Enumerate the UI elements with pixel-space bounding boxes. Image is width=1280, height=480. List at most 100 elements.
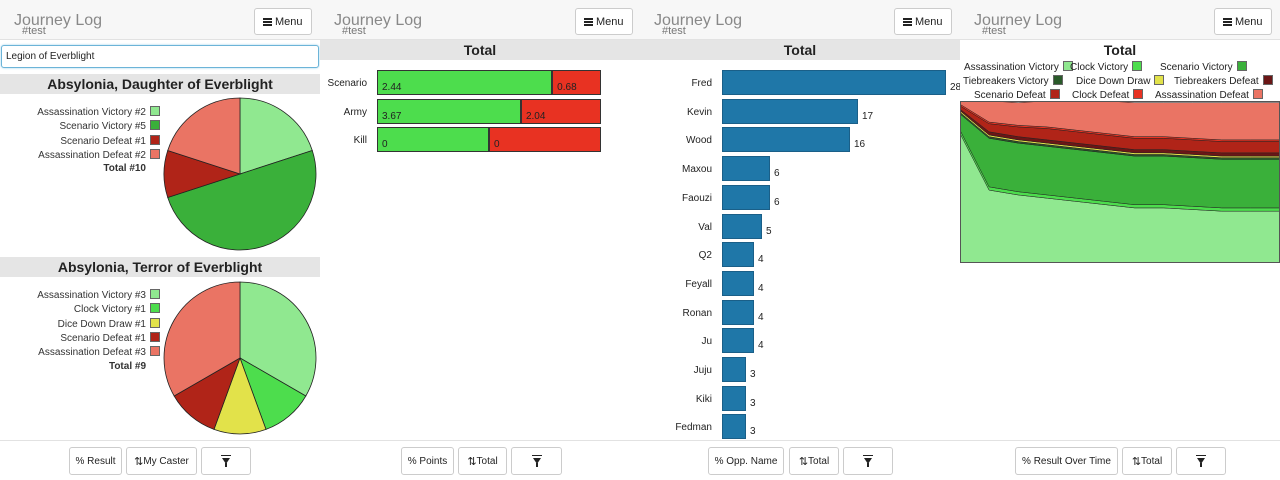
menu-label: Menu (915, 15, 943, 28)
menu-icon (903, 17, 912, 26)
area-chart (960, 101, 1280, 263)
points-mode-button[interactable]: % Points (401, 447, 454, 475)
legend-label: Tiebreakers Victory (963, 76, 1049, 87)
result-mode-button[interactable]: % Result (69, 447, 122, 475)
bar-value-label: 6 (774, 168, 780, 180)
menu-button[interactable]: Menu (1214, 8, 1272, 35)
sort-total-button[interactable]: ⇅ Total (458, 447, 507, 475)
menu-label: Menu (596, 15, 624, 28)
legend-label: Assassination Victory (964, 62, 1059, 73)
button-label: Total (1141, 455, 1163, 467)
bar-category-label: Fedman (675, 422, 712, 434)
bar-category-label: Kevin (686, 106, 712, 118)
bar-value-label: 28 (950, 82, 960, 93)
legend-label: Assassination Defeat (1155, 90, 1249, 101)
button-label: % Points (407, 455, 448, 467)
sort-caster-button[interactable]: ⇅ My Caster (126, 447, 197, 475)
bar-category-label: Kiki (695, 393, 712, 405)
bar (722, 385, 746, 411)
app-tag: #test (342, 25, 366, 37)
legend-label: Tiebreakers Defeat (1174, 76, 1259, 87)
legend-label: Scenario Victory (1160, 62, 1233, 73)
legend-item: Assassination Defeat #3 (38, 346, 160, 359)
bar (722, 357, 746, 382)
bar-value-label: 4 (758, 340, 764, 352)
legend-swatch (1052, 75, 1063, 85)
legend-item: Tiebreakers Defeat (1174, 75, 1273, 88)
button-label: % Result (75, 455, 116, 467)
bar (722, 328, 754, 354)
panel-points: Journey Log #test Menu Total Scenario 2.4… (320, 0, 640, 440)
bar (722, 299, 754, 325)
button-label: My Caster (143, 455, 189, 467)
panel-header: Journey Log #test Menu (320, 0, 640, 40)
filter-button[interactable] (201, 447, 251, 475)
legend-label: Dice Down Draw #1 (57, 318, 146, 330)
legend-item: Assassination Victory #3 (37, 289, 160, 302)
pie-chart (163, 97, 317, 435)
bar-category-label: Army (343, 106, 367, 118)
legend-swatch (150, 331, 160, 342)
sort-total-button[interactable]: ⇅ Total (789, 447, 839, 475)
legend-label: Dice Down Draw (1076, 76, 1151, 87)
panel-header: Journey Log #test Menu (640, 0, 960, 40)
filter-button[interactable] (1176, 447, 1226, 475)
menu-button[interactable]: Menu (894, 8, 952, 35)
sort-total-button[interactable]: ⇅ Total (1122, 447, 1172, 475)
bar-value-label: 3 (750, 397, 756, 409)
legend-label: Scenario Defeat #1 (60, 332, 146, 344)
bar (722, 184, 770, 210)
legend-item: Assassination Victory (964, 61, 1073, 74)
sort-icon: ⇅ (1131, 455, 1141, 468)
bar (722, 213, 762, 239)
button-label: % Opp. Name (714, 455, 778, 467)
legend-label: Clock Defeat (1072, 90, 1130, 101)
legend-item: Dice Down Draw #1 (57, 317, 160, 331)
bar-category-label: Scenario (327, 78, 367, 89)
legend-swatch (150, 303, 160, 314)
bar-category-label: Wood (686, 135, 712, 147)
chart-title: Total (640, 40, 960, 60)
button-label: % Result Over Time (1022, 455, 1111, 467)
bar-value-label: 2.04 (525, 110, 546, 122)
sort-icon: ⇅ (134, 455, 143, 468)
bar-category-label: Ju (701, 336, 712, 348)
filter-button[interactable] (511, 447, 562, 475)
legend-swatch (1132, 61, 1143, 71)
legend-swatch (1252, 89, 1263, 99)
legend-label: Assassination Defeat #3 (38, 347, 146, 359)
legend-label: Clock Victory #1 (73, 304, 146, 316)
bar-category-label: Q2 (698, 250, 712, 262)
bar-value-label: 4 (758, 254, 764, 266)
bar-value-label: 16 (854, 139, 866, 151)
bar-value-label: 5 (766, 225, 772, 237)
bar-category-label: Maxou (681, 164, 712, 176)
legend-item: Scenario Victory (1160, 61, 1247, 74)
bar-segment-win (377, 127, 489, 152)
opp-name-mode-button[interactable]: % Opp. Name (708, 447, 784, 475)
panel-opponents: Journey Log #test Menu Total Fred 28 Kevin… (640, 0, 960, 440)
legend-swatch (1262, 75, 1273, 85)
bar-value-label: 3.67 (382, 110, 402, 122)
filter-button[interactable] (843, 447, 893, 475)
menu-icon (1223, 17, 1232, 26)
bar-segment-win (377, 70, 553, 95)
bar-category-label: Ronan (682, 307, 712, 319)
app-tag: #test (982, 25, 1006, 37)
legend-item: Clock Victory (1070, 61, 1143, 74)
result-over-time-button[interactable]: % Result Over Time (1015, 447, 1118, 475)
legend-label: Clock Victory (1070, 62, 1129, 73)
bar-category-label: Kill (353, 135, 367, 146)
footer-toolbar: % Result ⇅ My Caster % Points ⇅ Total % Op… (0, 440, 1280, 480)
bar-value-label: 6 (774, 196, 780, 208)
legend-item: Scenario Defeat #1 (60, 331, 160, 345)
menu-icon (584, 17, 593, 26)
bar-value-label: 17 (862, 110, 874, 122)
menu-button[interactable]: Menu (575, 8, 633, 35)
legend-swatch (1154, 75, 1165, 85)
sort-icon: ⇅ (798, 455, 808, 468)
panel-caster-results: Journey Log #test Menu Absylonia, Daught… (0, 0, 320, 440)
legend-item: Dice Down Draw (1076, 75, 1165, 88)
bar (722, 242, 754, 268)
bar-category-label: Val (698, 221, 712, 233)
